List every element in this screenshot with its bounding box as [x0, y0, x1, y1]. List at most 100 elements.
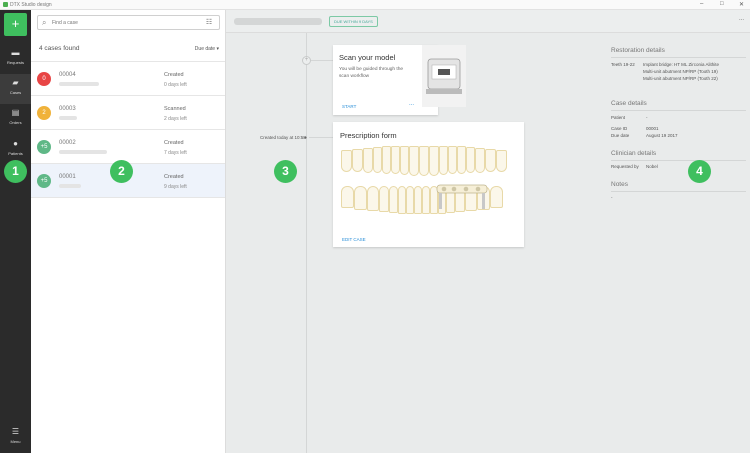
tooth — [490, 186, 503, 208]
callout-4: 4 — [688, 160, 711, 183]
sort-dropdown[interactable]: Due date ▾ — [195, 46, 219, 52]
timeline-connector — [309, 137, 333, 138]
case-id-value: 00001 — [646, 126, 659, 131]
tooth — [400, 146, 409, 175]
tooth — [448, 146, 457, 174]
window-titlebar: DTX Studio design – □ ✕ — [0, 0, 750, 10]
scanner-icon — [426, 58, 462, 94]
callout-1: 1 — [4, 160, 27, 183]
app-logo-icon — [3, 2, 8, 7]
rail-item-menu[interactable]: ☰ Menu — [0, 423, 31, 453]
case-list-panel: ⌕ ☷ 4 cases found Due date ▾ 0 00004 Cre… — [31, 10, 226, 453]
case-id: 00003 — [59, 106, 76, 112]
case-id: 00001 — [59, 174, 76, 180]
case-id: 00002 — [59, 140, 76, 146]
callout-3: 3 — [274, 160, 297, 183]
more-options-icon[interactable]: ... — [739, 16, 744, 22]
upper-teeth — [341, 146, 517, 178]
restoration-details-title: Restoration details — [611, 47, 665, 54]
search-box: ⌕ ☷ — [37, 15, 220, 30]
requested-by-label: Requested by — [611, 164, 639, 169]
tooth — [422, 186, 430, 214]
tooth — [466, 147, 475, 173]
case-subtitle-blurred — [59, 184, 81, 188]
maximize-icon[interactable]: □ — [720, 1, 724, 7]
tooth — [382, 146, 391, 174]
avatar: +5 — [37, 174, 51, 188]
case-id: 00004 — [59, 72, 76, 78]
timeline-line — [306, 33, 307, 453]
rail-item-label: Patients — [8, 151, 23, 156]
divider — [611, 110, 746, 111]
case-subtitle-blurred — [59, 82, 99, 86]
tooth — [409, 146, 419, 176]
scan-card-more-icon[interactable]: ... — [409, 101, 414, 107]
patient-label: Patient — [611, 115, 626, 120]
tooth — [485, 149, 496, 172]
avatar: 2 — [37, 106, 51, 120]
case-row[interactable]: +5 00002 Created 7 days left — [31, 130, 225, 164]
new-case-button[interactable]: + — [4, 13, 27, 36]
cases-found-count: 4 cases found — [39, 45, 80, 52]
lower-teeth — [341, 184, 517, 226]
prescription-card-title: Prescription form — [340, 131, 397, 140]
tooth — [341, 150, 352, 172]
edit-case-button[interactable]: EDIT CASE — [342, 237, 366, 242]
created-timestamp: Created today at 10:58 — [260, 135, 306, 140]
case-days-left: 2 days left — [164, 116, 187, 122]
folder-icon: ▰ — [12, 78, 19, 87]
minimize-icon[interactable]: – — [700, 1, 703, 7]
case-row[interactable]: 2 00003 Scanned 2 days left — [31, 96, 225, 130]
cart-icon: ▤ — [11, 108, 20, 117]
list-header: 4 cases found Due date ▾ — [31, 36, 225, 62]
requested-by-value: Nobel — [646, 164, 658, 169]
inbox-icon: ▬ — [11, 48, 20, 57]
timeline-add-node-icon[interactable]: + — [302, 56, 311, 65]
scan-model-card: Scan your model You will be guided throu… — [333, 45, 466, 115]
start-button[interactable]: START — [342, 104, 356, 109]
notes-value: - — [611, 195, 613, 200]
case-status: Created — [164, 140, 184, 146]
sort-label: Due date — [194, 46, 216, 52]
tooth — [367, 186, 379, 211]
due-date-value: August 19 2017 — [646, 133, 678, 138]
rail-item-requests[interactable]: ▬ Requests — [0, 44, 31, 74]
case-status: Created — [164, 174, 184, 180]
case-id-label: Case ID — [611, 126, 628, 131]
divider — [611, 191, 746, 192]
rail-item-label: Menu — [10, 439, 21, 444]
case-status: Created — [164, 72, 184, 78]
rail-item-label: Orders — [9, 120, 22, 125]
teeth-label: Teeth 19-22 — [611, 62, 635, 67]
tooth — [354, 186, 367, 210]
filter-icon[interactable]: ☷ — [201, 17, 217, 28]
tooth — [398, 186, 406, 214]
case-days-left: 9 days left — [164, 184, 187, 190]
scanner-image — [422, 45, 466, 107]
case-row[interactable]: 0 00004 Created 0 days left — [31, 62, 225, 96]
avatar: 0 — [37, 72, 51, 86]
rail-item-orders[interactable]: ▤ Orders — [0, 104, 31, 134]
search-icon: ⌕ — [42, 18, 47, 27]
timeline-dot-icon: ● — [304, 135, 308, 141]
tooth — [389, 186, 398, 213]
rail-item-label: Cases — [9, 90, 22, 95]
case-details-title: Case details — [611, 100, 647, 107]
menu-icon: ☰ — [11, 427, 20, 436]
restoration-line: Multi-unit abutment NP/RP (Tooth 19) — [643, 69, 718, 74]
case-detail-area: DUE WITHIN 9 DAYS ... + Created today at… — [226, 10, 750, 453]
avatar: +5 — [37, 140, 51, 154]
rail-item-cases[interactable]: ▰ Cases — [0, 74, 31, 104]
close-icon[interactable]: ✕ — [739, 1, 744, 8]
tooth — [419, 146, 429, 176]
search-input[interactable] — [52, 18, 192, 28]
scan-card-text: scan workflow — [339, 74, 370, 79]
case-days-left: 0 days left — [164, 82, 187, 88]
chevron-down-icon: ▾ — [216, 46, 219, 52]
case-subtitle-blurred — [59, 150, 107, 154]
tooth — [363, 148, 373, 173]
window-title: DTX Studio design — [10, 2, 52, 8]
implant-bridge-icon — [436, 184, 488, 209]
scan-card-title: Scan your model — [339, 53, 396, 62]
case-days-left: 7 days left — [164, 150, 187, 156]
